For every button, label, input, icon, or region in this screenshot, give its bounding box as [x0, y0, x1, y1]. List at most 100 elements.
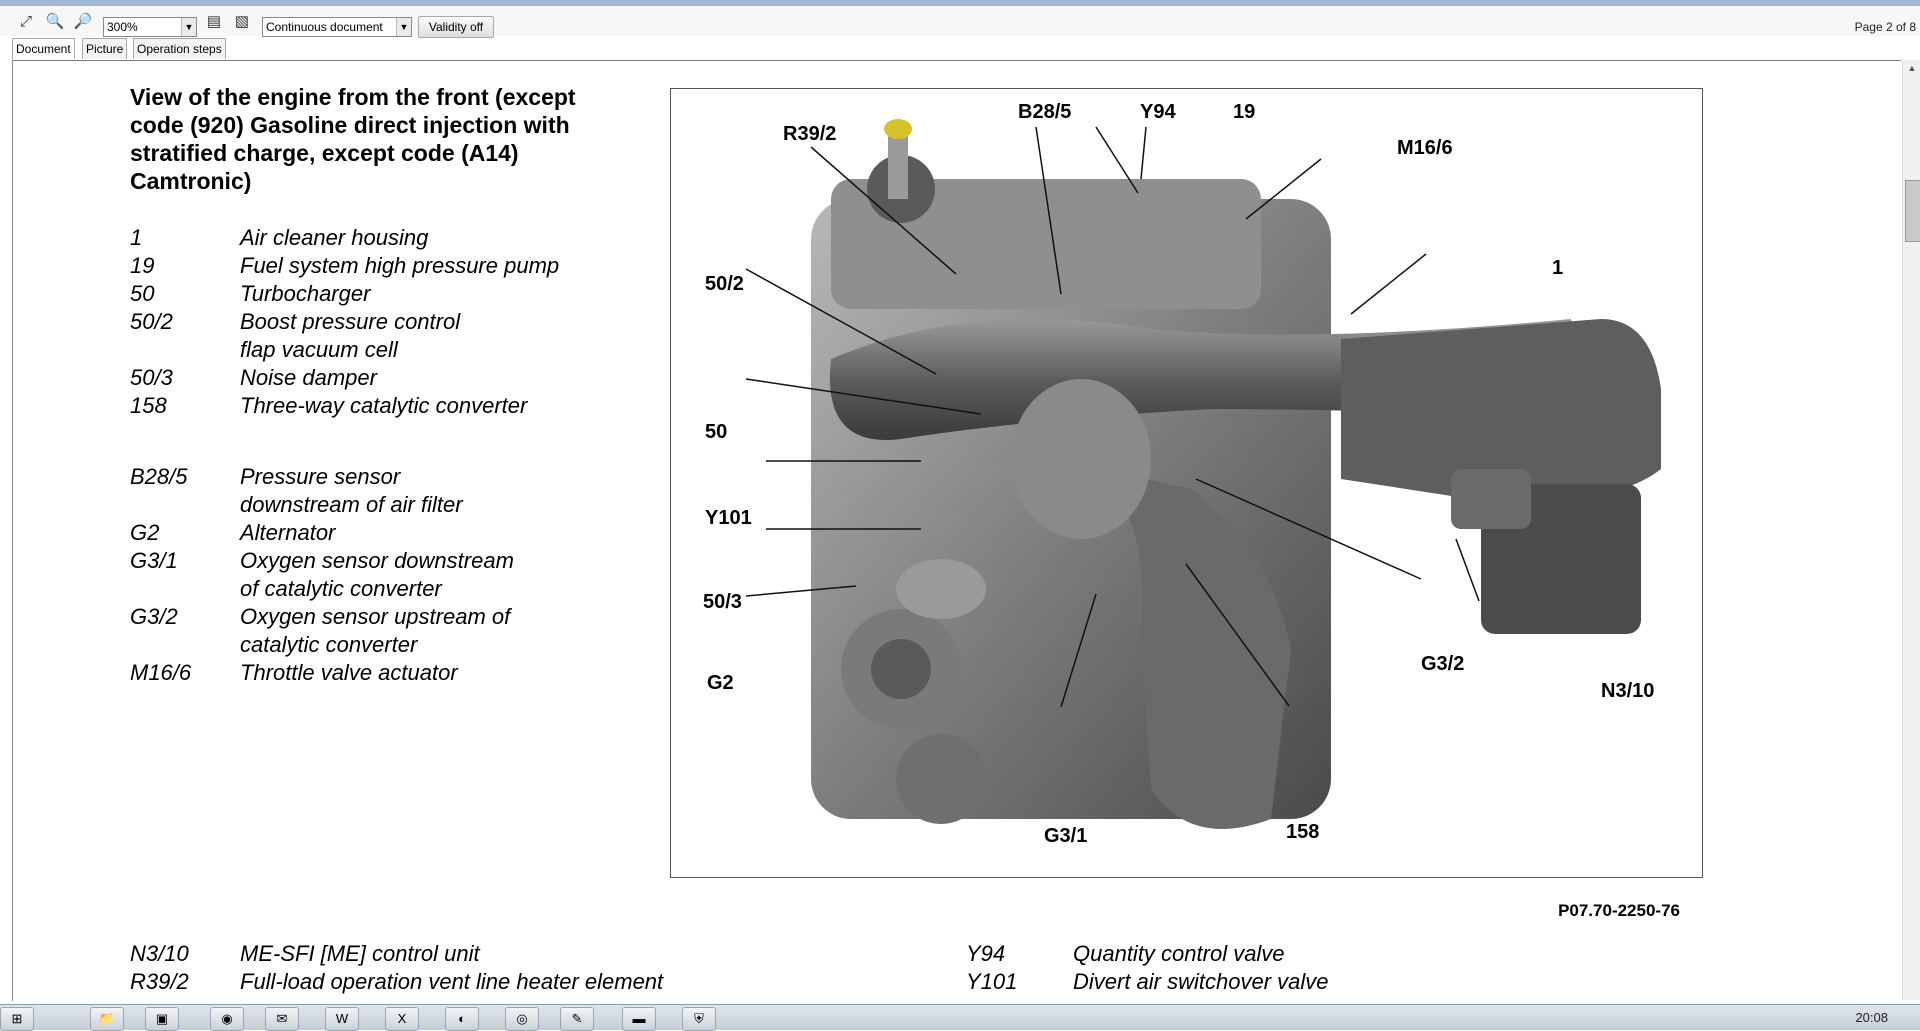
mail-icon[interactable]: ✉	[265, 1007, 299, 1031]
callout-label: G3/1	[1044, 825, 1088, 847]
legend-item: 19 Fuel system high pressure pump	[130, 252, 630, 280]
engine-illustration	[745, 119, 1661, 829]
legend-item: Y101 Divert air switchover valve	[966, 968, 1566, 996]
callout-label: 50/2	[705, 273, 744, 295]
legend-list: N3/10 ME-SFI [ME] control unit R39/2 Ful…	[130, 940, 830, 996]
tab-document[interactable]: Document	[12, 38, 75, 59]
legend-item: 50/3 Noise damper	[130, 364, 630, 392]
legend-code: Y94	[966, 941, 1006, 966]
page-title: View of the engine from the front (excep…	[130, 84, 576, 194]
legend-code: 50/2	[130, 309, 173, 334]
legend-item: R39/2 Full-load operation vent line heat…	[130, 968, 830, 996]
zoom-select[interactable]: 300% ▼	[103, 17, 197, 37]
legend-item: M16/6 Throttle valve actuator	[130, 659, 630, 687]
legend-item: 1 Air cleaner housing	[130, 224, 630, 252]
legend-code: R39/2	[130, 969, 189, 994]
scroll-thumb[interactable]	[1905, 180, 1920, 242]
legend-item: 50 Turbocharger	[130, 280, 630, 308]
print-icon[interactable]: ▤	[203, 12, 225, 32]
zoom-in-icon[interactable]: 🔍	[44, 12, 66, 32]
word-icon[interactable]: W	[325, 1007, 359, 1031]
legend-item: N3/10 ME-SFI [ME] control unit	[130, 940, 830, 968]
legend-list: B28/5 Pressure sensor downstream of air …	[130, 463, 630, 687]
legend-desc: Air cleaner housing	[240, 225, 429, 250]
app-car-icon[interactable]: ▬	[622, 1007, 656, 1031]
legend-item: G2 Alternator	[130, 519, 630, 547]
legend-desc: Three-way catalytic converter	[240, 393, 528, 418]
legend-desc: Throttle valve actuator	[240, 660, 458, 685]
vertical-scrollbar[interactable]: ▲	[1902, 60, 1920, 1000]
callout-label: 1	[1552, 257, 1564, 279]
legend-code: Y101	[966, 969, 1018, 994]
callout-label: N3/10	[1601, 680, 1655, 702]
callout-label: G2	[707, 672, 734, 694]
excel-icon[interactable]: X	[385, 1007, 419, 1031]
legend-code: 19	[130, 253, 155, 278]
clock: 20:08	[1855, 1010, 1888, 1025]
callout-label: 50	[705, 421, 728, 443]
legend-desc: Oxygen sensor downstream of catalytic co…	[240, 548, 514, 601]
chrome-icon[interactable]: ◎	[505, 1007, 539, 1031]
legend-list: Y94 Quantity control valve Y101 Divert a…	[966, 940, 1566, 996]
tab-operation-steps[interactable]: Operation steps	[133, 38, 226, 59]
scroll-up-icon[interactable]: ▲	[1903, 60, 1920, 76]
app-shield-icon[interactable]: ⛨	[682, 1007, 716, 1031]
legend-desc: ME-SFI [ME] control unit	[240, 941, 480, 966]
legend-item: 158 Three-way catalytic converter	[130, 392, 630, 420]
legend-desc: Quantity control valve	[1073, 941, 1285, 966]
legend-code: G3/1	[130, 548, 178, 573]
legend-desc: Noise damper	[240, 365, 377, 390]
engine-figure[interactable]: R39/2 B28/5 Y94 19 M16/6 1 50/2 50 Y101 …	[670, 88, 1703, 878]
callout-label: R39/2	[783, 123, 837, 145]
legend-desc: Full-load operation vent line heater ele…	[240, 969, 664, 994]
legend-code: G3/2	[130, 604, 178, 629]
callout-label: B28/5	[1018, 101, 1072, 123]
legend-desc: Boost pressure control flap vacuum cell	[240, 309, 461, 362]
start-button[interactable]: ⊞	[0, 1007, 34, 1031]
firefox-icon[interactable]: ◐	[445, 1007, 479, 1031]
legend-item: G3/2 Oxygen sensor upstream of catalytic…	[130, 603, 520, 659]
copy-icon[interactable]: ▧	[231, 12, 253, 32]
taskbar: ⊞ 📁 ▣ ◉ ✉ W X ◐ ◎ ✎ ▬ ⛨	[0, 1004, 1920, 1031]
legend-desc: Turbocharger	[240, 281, 371, 306]
legend-code: 1	[130, 225, 143, 250]
zoom-value: 300%	[107, 20, 138, 34]
fit-page-icon[interactable]: ⤢	[15, 12, 37, 32]
legend-code: B28/5	[130, 464, 188, 489]
legend-code: N3/10	[130, 941, 189, 966]
view-mode-select[interactable]: Continuous document ▼	[262, 17, 412, 37]
legend-desc: Divert air switchover valve	[1073, 969, 1329, 994]
explorer-icon[interactable]: 📁	[90, 1007, 124, 1031]
legend-item: Y94 Quantity control valve	[966, 940, 1566, 968]
library-icon[interactable]: ▣	[145, 1007, 179, 1031]
document-view[interactable]: View of the engine from the front (excep…	[12, 60, 1901, 1001]
page-indicator: Page 2 of 8	[1854, 20, 1916, 34]
legend-item: 50/2 Boost pressure control flap vacuum …	[130, 308, 470, 364]
callout-label: Y101	[705, 507, 752, 529]
legend-desc: Fuel system high pressure pump	[240, 253, 560, 278]
toolbar: ⤢ 🔍 🔎 300% ▼ ▤ ▧ Continuous document ▼ V…	[0, 6, 1920, 38]
browser-icon[interactable]: ◉	[210, 1007, 244, 1031]
chevron-down-icon[interactable]: ▼	[181, 18, 196, 36]
legend-code: G2	[130, 520, 160, 545]
tab-picture[interactable]: Picture	[82, 38, 128, 59]
legend-code: 158	[130, 393, 167, 418]
legend-desc: Pressure sensor downstream of air filter	[240, 464, 463, 517]
legend-code: 50	[130, 281, 155, 306]
validity-button[interactable]: Validity off	[418, 16, 494, 38]
paint-icon[interactable]: ✎	[560, 1007, 594, 1031]
callout-label: 19	[1233, 101, 1256, 123]
callout-label: 50/3	[703, 591, 742, 613]
view-mode-value: Continuous document	[266, 20, 383, 34]
legend-list: 1 Air cleaner housing 19 Fuel system hig…	[130, 224, 630, 420]
callout-label: Y94	[1140, 101, 1176, 123]
legend-desc: Alternator	[240, 520, 336, 545]
legend-desc: Oxygen sensor upstream of catalytic conv…	[240, 604, 511, 657]
legend-item: G3/1 Oxygen sensor downstream of catalyt…	[130, 547, 520, 603]
legend-code: M16/6	[130, 660, 192, 685]
chevron-down-icon[interactable]: ▼	[396, 18, 411, 36]
zoom-out-icon[interactable]: 🔎	[72, 12, 94, 32]
callout-label: 158	[1286, 821, 1320, 843]
legend-code: 50/3	[130, 365, 173, 390]
callout-label: G3/2	[1421, 653, 1465, 675]
